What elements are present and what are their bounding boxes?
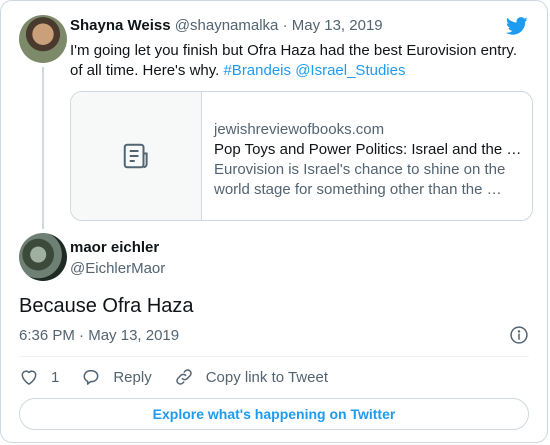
tweet-embed-card: Shayna Weiss @shaynamalka · May 13, 2019… <box>0 0 548 443</box>
copy-link-button[interactable]: Copy link to Tweet <box>174 367 328 387</box>
like-count: 1 <box>51 368 60 386</box>
parent-tweet-date[interactable]: May 13, 2019 <box>292 17 383 34</box>
parent-tweet[interactable]: Shayna Weiss @shaynamalka · May 13, 2019… <box>1 1 547 231</box>
main-author-handle[interactable]: @EichlerMaor <box>70 260 165 277</box>
copy-link-label: Copy link to Tweet <box>205 368 328 386</box>
link-icon <box>175 369 192 385</box>
explore-twitter-button[interactable]: Explore what's happening on Twitter <box>19 398 529 430</box>
parent-author-name[interactable]: Shayna Weiss <box>70 17 171 34</box>
twitter-bird-icon[interactable] <box>505 15 529 37</box>
reply-label: Reply <box>113 368 152 386</box>
hashtag-link[interactable]: #Brandeis <box>223 62 291 79</box>
header-separator: · <box>282 17 288 34</box>
heart-icon <box>21 370 37 385</box>
parent-tweet-header: Shayna Weiss @shaynamalka · May 13, 2019 <box>70 17 383 34</box>
main-author-name[interactable]: maor eichler <box>70 239 159 256</box>
info-icon[interactable] <box>509 325 529 345</box>
tweet-time: 6:36 PM <box>19 327 75 344</box>
tweet-date: May 13, 2019 <box>88 327 180 344</box>
link-preview-domain: jewishreviewofbooks.com <box>214 121 385 138</box>
parent-tweet-text: I'm going let you finish but Ofra Haza h… <box>70 41 532 81</box>
thread-connector-line <box>42 67 44 229</box>
main-author-avatar[interactable] <box>19 233 67 281</box>
reply-button[interactable]: Reply <box>81 367 152 387</box>
mention-link[interactable]: @Israel_Studies <box>295 62 405 79</box>
link-preview-thumbnail <box>71 92 202 220</box>
parent-author-handle[interactable]: @shaynamalka <box>175 17 279 34</box>
link-preview-description: Eurovision is Israel's chance to shine o… <box>214 161 506 198</box>
like-button[interactable]: 1 <box>19 367 59 387</box>
main-tweet-text: Because Ofra Haza <box>19 295 194 317</box>
link-preview-title: Pop Toys and Power Politics: Israel and … <box>214 141 522 158</box>
tweet-actions: 1 Reply Copy link to Tweet <box>19 367 350 387</box>
parent-author-avatar[interactable] <box>19 15 67 63</box>
document-icon <box>123 143 148 169</box>
link-preview-body: jewishreviewofbooks.com Pop Toys and Pow… <box>202 92 532 220</box>
action-divider <box>19 356 529 357</box>
reply-bubble-icon <box>83 370 99 385</box>
timestamp-separator: · <box>79 327 85 344</box>
parent-tweet-body: I'm going let you finish but Ofra Haza h… <box>70 42 517 79</box>
main-tweet-timestamp[interactable]: 6:36 PM · May 13, 2019 <box>19 327 179 344</box>
link-preview-card[interactable]: jewishreviewofbooks.com Pop Toys and Pow… <box>70 91 533 221</box>
